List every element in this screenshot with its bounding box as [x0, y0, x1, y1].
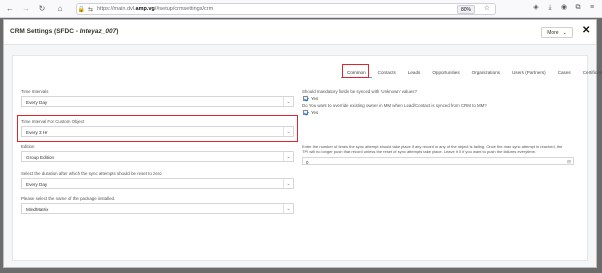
edition-value: Group Edition	[26, 155, 55, 160]
reset-duration-value: Every Day	[26, 182, 48, 187]
chevron-down-icon: ⌄	[283, 127, 293, 136]
edition-label: Edition	[21, 144, 35, 149]
custom-object-interval-select[interactable]: Every 3 Hr ⌄	[21, 126, 294, 137]
tab-contacts[interactable]: Contacts	[372, 67, 402, 78]
pocket-icon[interactable]: ◈	[532, 3, 540, 13]
reset-duration-select[interactable]: Every Day ⌄	[21, 178, 294, 189]
tab-certifications[interactable]: Certifications	[577, 67, 602, 78]
chevron-down-icon: ⌄	[283, 204, 293, 213]
permissions-icon[interactable]: ⇆	[86, 6, 95, 13]
tab-organizations[interactable]: Organizations	[466, 67, 506, 78]
address-bar[interactable]: 🔒 ⇆ https://main.dvl.amp.vg/#setup/crmse…	[76, 3, 496, 15]
package-label: Please select the name of the package in…	[21, 196, 116, 201]
chevron-down-icon: ⌄	[283, 97, 293, 106]
downloads-icon[interactable]: ⤓	[546, 3, 554, 13]
override-owner-answer: Yes	[311, 110, 319, 115]
custom-object-interval-value: Every 3 Hr	[26, 130, 48, 135]
reset-duration-label: Select the duration after which the sync…	[21, 171, 162, 176]
time-intervals-label: Time Intervals	[21, 89, 49, 94]
spinner-icon[interactable]: ⊟	[567, 159, 571, 165]
account-icon[interactable]: ◉	[560, 3, 568, 13]
more-button-label: More	[547, 29, 559, 36]
tab-leads[interactable]: Leads	[402, 67, 427, 78]
common-tab-highlight	[342, 64, 369, 78]
forward-icon[interactable]: →	[20, 3, 32, 15]
override-owner-question: Do You want to override existing owner i…	[302, 103, 487, 108]
chevron-down-icon: ⌄	[283, 179, 293, 188]
menu-icon[interactable]: ≡	[588, 3, 596, 13]
crm-settings-modal: CRM Settings (SFDC - Inteyaz_007) More ⌄…	[3, 19, 602, 268]
lock-icon: 🔒	[77, 6, 86, 13]
package-select[interactable]: MindMatrix ⌄	[21, 203, 294, 214]
tab-cases[interactable]: Cases	[552, 67, 577, 78]
time-intervals-select[interactable]: Every Day ⌄	[21, 96, 294, 107]
tab-opportunities[interactable]: Opportunities	[426, 67, 465, 78]
mandatory-fields-checkbox[interactable]	[303, 96, 308, 101]
mandatory-fields-answer: Yes	[311, 96, 319, 101]
retry-count-input[interactable]: 0 ⊟	[302, 157, 574, 165]
back-icon[interactable]: ←	[4, 3, 16, 15]
modal-title: CRM Settings (SFDC - Inteyaz_007)	[10, 28, 119, 35]
modal-header: CRM Settings (SFDC - Inteyaz_007) More ⌄…	[4, 20, 596, 45]
settings-tabs: Common Contacts Leads Opportunities Orga…	[341, 67, 602, 78]
zoom-level-badge[interactable]: 80%	[456, 5, 475, 14]
reload-icon[interactable]: ↻	[36, 3, 48, 15]
extensions-icon[interactable]: ⧉	[574, 3, 582, 13]
close-button[interactable]: ✕	[582, 26, 590, 36]
mandatory-fields-question: Should mandatory fields be synced with '…	[302, 89, 417, 94]
time-intervals-value: Every Day	[26, 100, 48, 105]
bookmark-star-icon[interactable]: ☆	[484, 4, 490, 12]
custom-object-interval-label: Time Interval For Custom Object	[21, 119, 85, 124]
chevron-down-icon: ⌄	[562, 29, 567, 36]
tab-users-partners[interactable]: Users (Partners)	[506, 67, 552, 78]
retry-count-value: 0	[306, 159, 309, 165]
chevron-down-icon: ⌄	[283, 152, 293, 161]
retry-description-line-2: TPI will no longer push that record unle…	[302, 149, 536, 154]
browser-toolbar: ← → ↻ ⌂ 🔒 ⇆ https://main.dvl.amp.vg/#set…	[0, 0, 602, 18]
more-button[interactable]: More ⌄	[541, 27, 573, 38]
override-owner-checkbox[interactable]	[303, 110, 308, 115]
edition-select[interactable]: Group Edition ⌄	[21, 151, 294, 162]
home-icon[interactable]: ⌂	[54, 3, 66, 15]
url-text: https://main.dvl.amp.vg/#setup/crmsettin…	[97, 6, 214, 12]
package-value: MindMatrix	[26, 207, 49, 212]
